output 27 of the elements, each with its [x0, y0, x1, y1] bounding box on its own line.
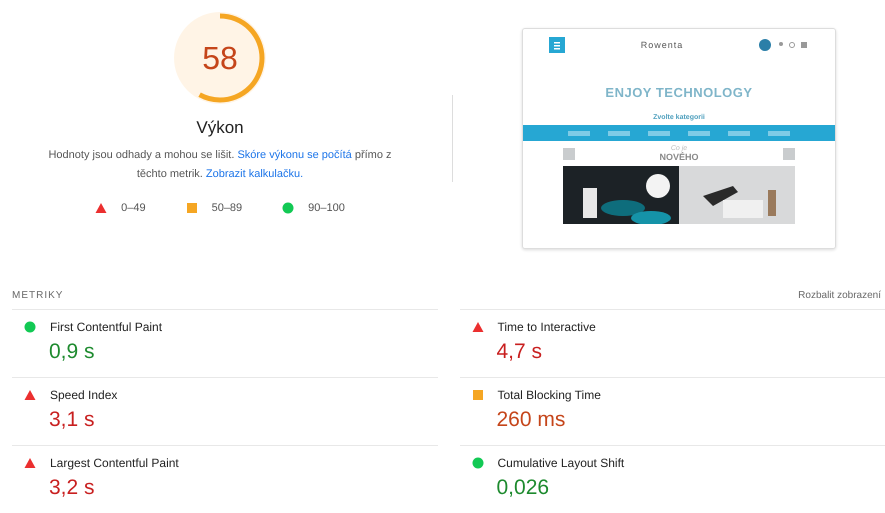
hero-title: ENJOY TECHNOLOGY: [605, 85, 753, 100]
metric-value: 4,7 s: [496, 340, 544, 364]
metric-name: First Contentful Paint: [50, 320, 162, 334]
metric-value: 3,1 s: [49, 408, 96, 432]
metric-name: Largest Contentful Paint: [50, 456, 179, 470]
score-value: 58: [202, 42, 238, 74]
calculator-link[interactable]: Zobrazit kalkulačku.: [206, 168, 304, 180]
category-title: Výkon: [196, 118, 244, 138]
metric-value: 0,9 s: [49, 340, 96, 364]
metric-name: Total Blocking Time: [498, 388, 601, 402]
metric-name: Time to Interactive: [498, 320, 596, 334]
metric-value: 260 ms: [496, 408, 566, 432]
section-title: NOVÉHO: [659, 152, 698, 162]
legend-label: 90–100: [308, 202, 345, 214]
expand-toggle[interactable]: Rozbalit zobrazení: [798, 290, 881, 301]
description: Hodnoty jsou odhady a mohou se lišit. Skóre výkonu se počítá přímo z těchto metrik. Zobrazit kalkulačku.: [48, 148, 392, 182]
metric-name: Cumulative Layout Shift: [498, 456, 624, 470]
legend-label: 50–89: [212, 202, 242, 214]
metric-name: Speed Index: [50, 388, 118, 402]
metric-value: 3,2 s: [49, 476, 96, 500]
header-icons-drawing: [777, 41, 809, 49]
section-heading: METRIKY: [12, 290, 64, 301]
metric-value: 0,026: [496, 476, 550, 500]
score-link[interactable]: Skóre výkonu se počítá: [237, 149, 352, 161]
menu-icon: [549, 37, 565, 53]
legend-label: 0–49: [121, 202, 146, 214]
logo: Rowenta: [640, 40, 684, 50]
